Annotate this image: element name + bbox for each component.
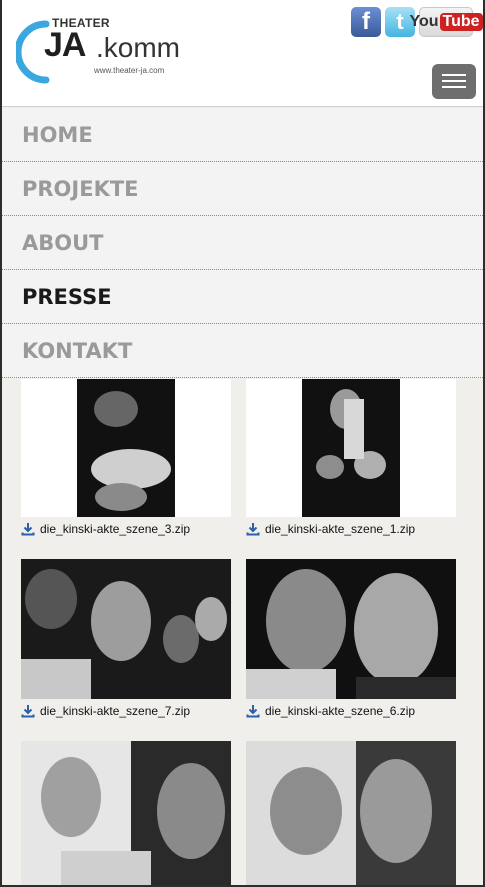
press-photo[interactable]: [21, 559, 231, 699]
nav-item-presse[interactable]: PRESSE: [0, 270, 485, 324]
main-nav: HOME PROJEKTE ABOUT PRESSE KONTAKT: [0, 108, 485, 378]
press-photo[interactable]: [246, 559, 456, 699]
download-icon: [21, 523, 35, 536]
nav-item-home[interactable]: HOME: [0, 108, 485, 162]
press-photo[interactable]: [246, 741, 456, 887]
hamburger-icon: [442, 74, 466, 76]
menu-toggle-button[interactable]: [432, 64, 476, 99]
download-link[interactable]: die_kinski-akte_szene_1.zip: [246, 520, 415, 538]
youtube-icon[interactable]: You Tube: [409, 7, 483, 37]
press-photo[interactable]: [21, 741, 231, 887]
nav-item-projekte[interactable]: PROJEKTE: [0, 162, 485, 216]
nav-item-kontakt[interactable]: KONTAKT: [0, 324, 485, 378]
download-link[interactable]: die_kinski-akte_szene_7.zip: [21, 702, 190, 720]
download-icon: [246, 523, 260, 536]
facebook-icon[interactable]: f: [351, 7, 381, 37]
site-header: THEATER JA .komm www.theater-ja.com f t …: [0, 0, 485, 107]
download-link[interactable]: die_kinski-akte_szene_6.zip: [246, 702, 415, 720]
logo-url-text: www.theater-ja.com: [94, 66, 165, 75]
site-logo[interactable]: THEATER JA .komm www.theater-ja.com: [16, 14, 196, 89]
download-link[interactable]: die_kinski-akte_szene_3.zip: [21, 520, 190, 538]
nav-item-about[interactable]: ABOUT: [0, 216, 485, 270]
download-icon: [246, 705, 260, 718]
download-icon: [21, 705, 35, 718]
logo-komm-text: .komm: [96, 32, 180, 63]
logo-ja-text: JA: [44, 26, 86, 64]
press-photo[interactable]: [246, 379, 456, 517]
press-photo[interactable]: [21, 379, 231, 517]
